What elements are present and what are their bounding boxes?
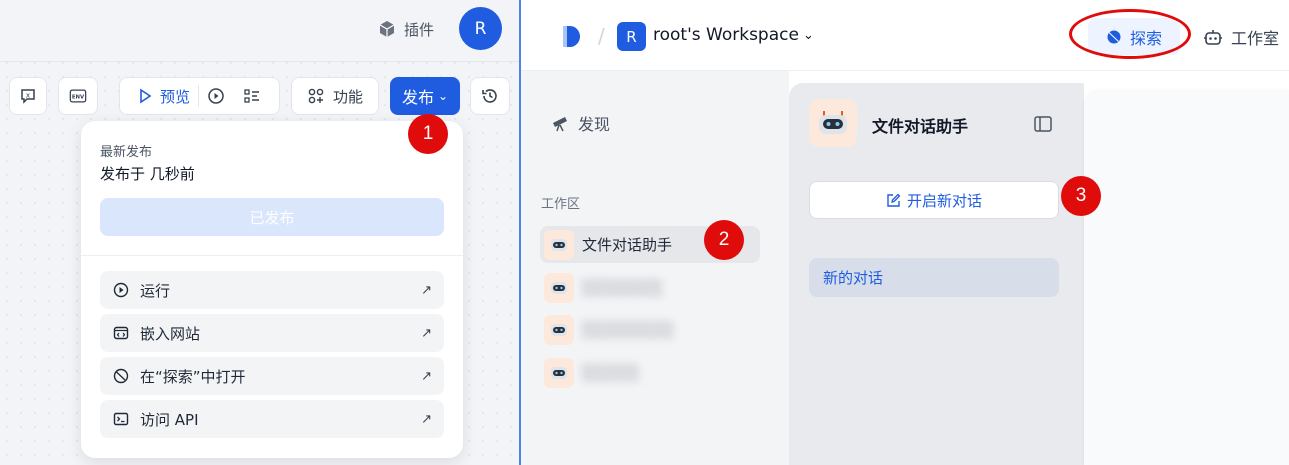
- features-button[interactable]: 功能: [291, 77, 379, 115]
- latest-publish-label: 最新发布: [100, 145, 153, 160]
- workspace-pane: / R root's Workspace ⌄ 探索 工作室 发现 工作区 文件对…: [521, 0, 1289, 465]
- app-title: 文件对话助手: [872, 117, 969, 136]
- embed-icon: [112, 324, 130, 342]
- discover-label: 发现: [578, 115, 611, 134]
- app-name: 文件对话助手: [582, 236, 673, 254]
- breadcrumb-separator: /: [598, 24, 605, 48]
- app-name-blurred: ░░░░░░░: [582, 278, 663, 297]
- sidebar-app-item[interactable]: ░░░░░░░░: [540, 311, 760, 348]
- cube-icon: [379, 21, 395, 37]
- explore-sidebar: 发现 工作区 文件对话助手 ░░░░░░░ ░░░░░░░░ ░░░░░: [521, 71, 789, 465]
- version-history-button[interactable]: [470, 77, 510, 115]
- telescope-icon: [553, 117, 567, 132]
- robot-avatar-icon: [544, 357, 574, 388]
- published-button: 已发布: [100, 198, 444, 236]
- plugins-link[interactable]: 插件: [378, 18, 434, 40]
- app-name-blurred: ░░░░░░░░: [582, 320, 675, 339]
- highlight-ring: [1069, 9, 1191, 59]
- chat-main-area: [1084, 90, 1289, 465]
- chevron-down-icon: ⌄: [802, 27, 814, 43]
- sidebar-item-discover[interactable]: 发现: [550, 111, 610, 135]
- access-api-label: 访问 API: [140, 410, 199, 429]
- terminal-icon: [112, 410, 130, 428]
- new-chat-button[interactable]: 开启新对话: [809, 181, 1059, 219]
- publish-button[interactable]: 发布 ⌄: [390, 77, 460, 115]
- publish-label: 发布: [401, 88, 434, 107]
- external-arrow-icon: ↗: [421, 325, 432, 341]
- app-avatar: [809, 99, 857, 147]
- editor-pane: 插件 R x ENV 预览 功能 发布 ⌄ 最新发布 发布于 几秒前 已发布 运…: [0, 0, 519, 465]
- run-history-button[interactable]: [207, 87, 225, 105]
- sidebar-toggle-icon[interactable]: [1034, 116, 1052, 132]
- external-arrow-icon: ↗: [421, 411, 432, 427]
- svg-text:x: x: [26, 92, 30, 100]
- sidebar-app-item[interactable]: ░░░░░░░: [540, 269, 760, 306]
- checklist-button[interactable]: [243, 87, 261, 105]
- published-time: 发布于 几秒前: [100, 165, 195, 183]
- variable-button[interactable]: x: [9, 77, 47, 115]
- embed-site-item[interactable]: 嵌入网站 ↗: [100, 314, 444, 352]
- chat-panel: 文件对话助手 开启新对话 新的对话: [789, 83, 1084, 465]
- editor-header: 插件 R: [0, 0, 519, 62]
- access-api-item[interactable]: 访问 API ↗: [100, 400, 444, 438]
- env-label: ENV: [72, 95, 85, 101]
- publish-popup: 最新发布 发布于 几秒前 已发布 运行 ↗ 嵌入网站 ↗ 在“探索”中打开 ↗ …: [81, 121, 463, 458]
- workspace-avatar[interactable]: R: [617, 22, 646, 51]
- edit-icon: [887, 193, 901, 207]
- history-play-icon: [208, 88, 224, 104]
- embed-site-label: 嵌入网站: [140, 324, 201, 343]
- dify-logo-icon: [563, 26, 580, 47]
- conversation-item[interactable]: 新的对话: [809, 258, 1059, 297]
- tab-studio-label: 工作室: [1231, 29, 1280, 48]
- robot-avatar-icon: [544, 272, 574, 303]
- preview-group: 预览: [119, 77, 280, 115]
- toolbar-divider: [198, 85, 200, 107]
- user-avatar[interactable]: R: [459, 7, 502, 50]
- workspace-header: / R root's Workspace ⌄ 探索 工作室: [521, 0, 1289, 71]
- workspace-switcher[interactable]: root's Workspace ⌄: [653, 25, 814, 45]
- popup-divider: [81, 255, 463, 256]
- env-button[interactable]: ENV: [58, 77, 98, 115]
- plugins-label: 插件: [404, 20, 435, 39]
- external-arrow-icon: ↗: [421, 282, 432, 298]
- explore-icon: [112, 367, 130, 385]
- play-icon: [140, 88, 152, 104]
- sidebar-app-item[interactable]: ░░░░░: [540, 354, 760, 391]
- workspace-name: root's Workspace: [653, 25, 799, 45]
- history-icon: [482, 89, 497, 103]
- robot-avatar-icon: [544, 229, 574, 260]
- env-icon: ENV: [69, 89, 87, 103]
- grid-icon: [308, 88, 324, 104]
- chevron-down-icon: ⌄: [437, 89, 449, 103]
- play-circle-icon: [112, 281, 130, 299]
- checklist-icon: [244, 89, 260, 103]
- run-app-label: 运行: [140, 281, 171, 300]
- chat-variable-icon: x: [21, 89, 35, 104]
- preview-label: 预览: [160, 87, 191, 106]
- robot-avatar-icon: [544, 314, 574, 345]
- open-in-explore-label: 在“探索”中打开: [140, 367, 246, 386]
- features-label: 功能: [332, 87, 363, 106]
- tab-studio[interactable]: 工作室: [1203, 22, 1279, 52]
- external-arrow-icon: ↗: [421, 368, 432, 384]
- robot-avatar-icon: [819, 111, 847, 134]
- open-in-explore-item[interactable]: 在“探索”中打开 ↗: [100, 357, 444, 395]
- robot-icon: [1204, 30, 1222, 45]
- workspace-section-label: 工作区: [541, 197, 581, 212]
- new-chat-label: 开启新对话: [906, 191, 982, 210]
- app-name-blurred: ░░░░░: [582, 363, 640, 382]
- step-badge-1: 1: [408, 114, 448, 154]
- run-app-item[interactable]: 运行 ↗: [100, 271, 444, 309]
- step-badge-3: 3: [1061, 176, 1101, 216]
- step-badge-2: 2: [704, 220, 744, 260]
- preview-button[interactable]: 预览: [136, 86, 190, 107]
